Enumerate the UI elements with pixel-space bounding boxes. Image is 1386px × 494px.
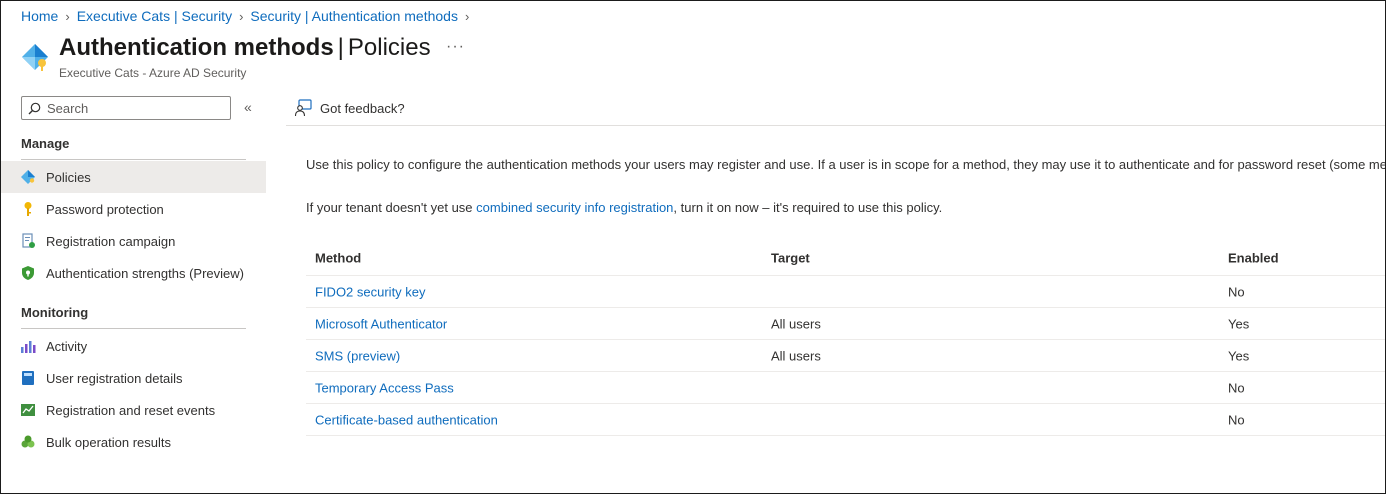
tenant-text-post: , turn it on now – it's required to use …	[673, 200, 943, 215]
table-row: Temporary Access Pass No	[306, 372, 1386, 404]
more-options-button[interactable]: ···	[446, 38, 465, 56]
method-link[interactable]: Certificate-based authentication	[315, 412, 498, 427]
page-title: Authentication methods | Policies	[59, 34, 431, 62]
manage-section-header: Manage	[21, 136, 246, 160]
method-link[interactable]: SMS (preview)	[315, 348, 400, 363]
sidebar-item-policies[interactable]: Policies	[0, 161, 266, 193]
enabled-cell: No	[1228, 412, 1245, 427]
method-link[interactable]: FIDO2 security key	[315, 284, 426, 299]
feedback-label: Got feedback?	[320, 100, 405, 116]
sidebar-item-password-protection[interactable]: Password protection	[0, 193, 266, 225]
column-header-enabled[interactable]: Enabled	[1228, 250, 1279, 265]
command-bar: Got feedback?	[286, 94, 1386, 126]
combined-security-info-link[interactable]: combined security info registration	[476, 200, 673, 215]
sidebar-item-label: Activity	[46, 338, 88, 354]
sidebar-item-activity[interactable]: Activity	[0, 330, 266, 362]
search-icon	[28, 102, 41, 114]
events-chart-icon	[20, 402, 36, 418]
search-box[interactable]	[21, 96, 231, 120]
breadcrumb-security-auth-methods[interactable]: Security | Authentication methods	[250, 8, 458, 24]
sidebar-item-registration-campaign[interactable]: Registration campaign	[0, 225, 266, 257]
breadcrumb-home[interactable]: Home	[21, 8, 58, 24]
table-row: Microsoft Authenticator All users Yes	[306, 308, 1386, 340]
search-input[interactable]	[47, 100, 217, 116]
key-icon	[20, 201, 36, 217]
sidebar-item-user-registration-details[interactable]: User registration details	[0, 362, 266, 394]
sidebar-item-registration-reset-events[interactable]: Registration and reset events	[0, 394, 266, 426]
activity-chart-icon	[20, 338, 36, 354]
sidebar-item-bulk-operation-results[interactable]: Bulk operation results	[0, 426, 266, 458]
tenant-text-pre: If your tenant doesn't yet use	[306, 200, 477, 215]
tenant-text: If your tenant doesn't yet use combined …	[306, 200, 942, 215]
table-row: FIDO2 security key No	[306, 276, 1386, 308]
target-cell: All users	[771, 316, 821, 331]
chevron-right-icon: ›	[464, 8, 470, 24]
intro-text: Use this policy to configure the authent…	[306, 157, 1386, 172]
sidebar-item-label: Registration and reset events	[46, 402, 216, 418]
feedback-icon	[294, 99, 312, 117]
sidebar-item-label: Registration campaign	[46, 233, 176, 249]
sidebar-item-label: User registration details	[46, 370, 183, 386]
bulk-users-icon	[20, 434, 36, 450]
method-link[interactable]: Temporary Access Pass	[315, 380, 454, 395]
feedback-button[interactable]: Got feedback?	[294, 99, 405, 117]
breadcrumb: Home › Executive Cats | Security › Secur…	[21, 7, 476, 25]
enabled-cell: Yes	[1228, 348, 1250, 363]
page-title-main: Authentication methods	[59, 34, 334, 61]
book-icon	[20, 370, 36, 386]
monitoring-section-header: Monitoring	[21, 305, 246, 329]
target-cell: All users	[771, 348, 821, 363]
sidebar-item-label: Bulk operation results	[46, 434, 172, 450]
shield-icon	[20, 265, 36, 281]
table-row: SMS (preview) All users Yes	[306, 340, 1386, 372]
table-header-row: Method Target Enabled	[306, 240, 1386, 276]
method-link[interactable]: Microsoft Authenticator	[315, 316, 447, 331]
column-header-target[interactable]: Target	[771, 250, 810, 265]
methods-table: Method Target Enabled FIDO2 security key…	[306, 240, 1386, 436]
sidebar-item-label: Policies	[46, 169, 91, 185]
enabled-cell: Yes	[1228, 316, 1250, 331]
page-title-sub: Policies	[347, 34, 431, 61]
sidebar-item-label: Authentication strengths (Preview)	[46, 265, 244, 281]
chevron-right-icon: ›	[239, 8, 244, 24]
title-separator: |	[337, 34, 344, 61]
registration-campaign-icon	[20, 233, 36, 249]
enabled-cell: No	[1228, 284, 1245, 299]
column-header-method[interactable]: Method	[315, 250, 361, 265]
authentication-methods-icon	[22, 44, 48, 71]
sidebar-item-label: Password protection	[46, 201, 164, 217]
collapse-menu-button[interactable]: «	[244, 99, 252, 115]
page-subtitle: Executive Cats - Azure AD Security	[59, 66, 247, 80]
enabled-cell: No	[1228, 380, 1245, 395]
chevron-right-icon: ›	[65, 8, 70, 24]
sidebar-item-authentication-strengths[interactable]: Authentication strengths (Preview)	[0, 257, 266, 289]
policies-icon	[20, 169, 36, 185]
breadcrumb-executive-cats-security[interactable]: Executive Cats | Security	[77, 8, 232, 24]
table-row: Certificate-based authentication No	[306, 404, 1386, 436]
